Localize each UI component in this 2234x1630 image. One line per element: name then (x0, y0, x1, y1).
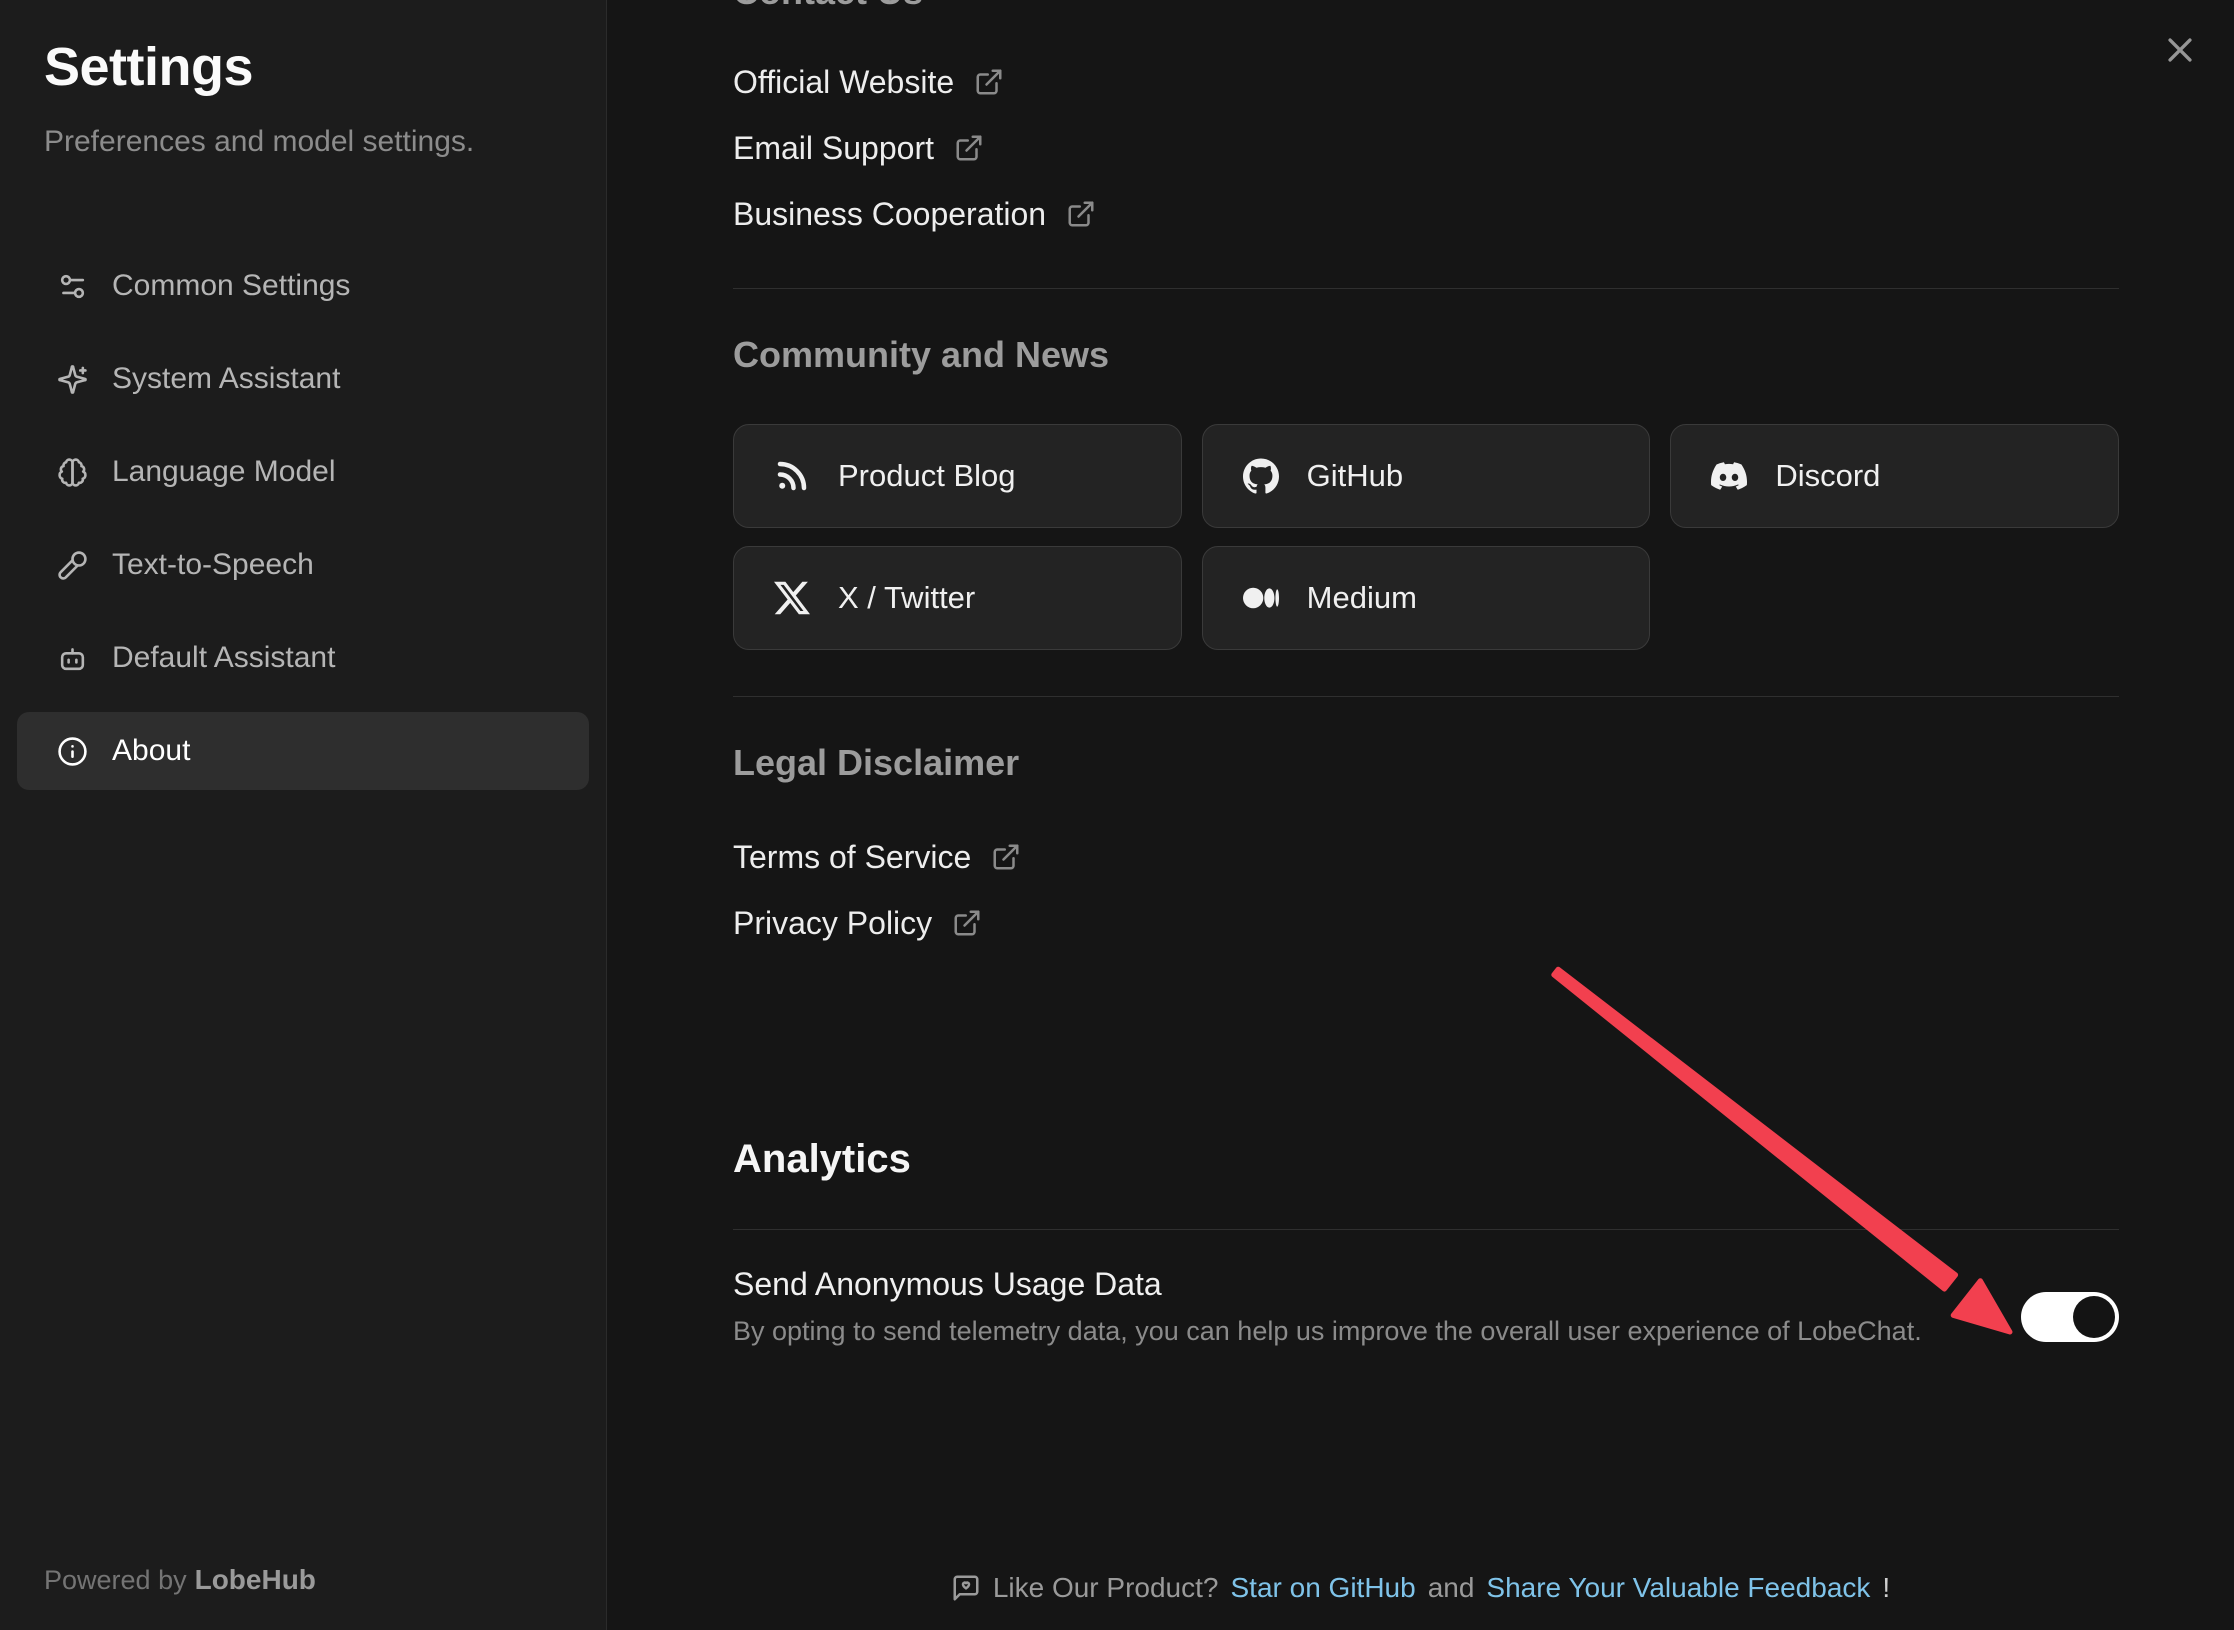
telemetry-setting-label: Send Anonymous Usage Data (733, 1264, 1922, 1304)
link-label: Email Support (733, 130, 934, 167)
sliders-icon (57, 271, 88, 302)
link-label: Official Website (733, 64, 954, 101)
page-subtitle: Preferences and model settings. (44, 124, 562, 160)
github-button[interactable]: GitHub (1202, 424, 1651, 528)
button-label: Discord (1775, 458, 1880, 494)
external-link-icon (1066, 199, 1096, 229)
product-blog-button[interactable]: Product Blog (733, 424, 1182, 528)
sparkles-icon (57, 364, 88, 395)
discord-icon (1711, 458, 1747, 494)
github-icon (1243, 458, 1279, 494)
button-label: GitHub (1307, 458, 1403, 494)
sidebar-item-language-model[interactable]: Language Model (17, 433, 589, 511)
contact-links: Official Website Email Support Business … (733, 58, 2119, 238)
close-button[interactable] (2160, 30, 2200, 70)
sidebar-item-default-assistant[interactable]: Default Assistant (17, 619, 589, 697)
settings-nav: Common Settings System Assistant Languag… (17, 247, 589, 790)
mic-icon (57, 550, 88, 581)
sidebar-item-common-settings[interactable]: Common Settings (17, 247, 589, 325)
toggle-knob (2073, 1296, 2115, 1338)
privacy-policy-link[interactable]: Privacy Policy (733, 899, 982, 947)
sidebar-item-label: Text-to-Speech (112, 548, 314, 582)
button-label: Product Blog (838, 458, 1016, 494)
terms-of-service-link[interactable]: Terms of Service (733, 833, 1021, 881)
discord-button[interactable]: Discord (1670, 424, 2119, 528)
legal-section-title: Legal Disclaimer (733, 743, 2119, 783)
footer-text: and (1428, 1572, 1475, 1604)
sidebar-item-about[interactable]: About (17, 712, 589, 790)
info-icon (57, 736, 88, 767)
powered-by-text: Powered by (44, 1565, 187, 1595)
about-panel: Contact Us Official Website Email Suppor… (607, 0, 2234, 1630)
section-divider (733, 288, 2119, 289)
star-on-github-link[interactable]: Star on GitHub (1230, 1572, 1415, 1604)
x-twitter-button[interactable]: X / Twitter (733, 546, 1182, 650)
bot-icon (57, 643, 88, 674)
external-link-icon (952, 908, 982, 938)
legal-links: Terms of Service Privacy Policy (733, 833, 2119, 947)
link-label: Terms of Service (733, 839, 971, 876)
community-buttons: Product Blog GitHub Discord X / Twitter … (733, 424, 2119, 650)
official-website-link[interactable]: Official Website (733, 58, 1004, 106)
settings-sidebar: Settings Preferences and model settings.… (0, 0, 607, 1630)
x-icon (774, 580, 810, 616)
settings-window: Settings Preferences and model settings.… (0, 0, 2234, 1630)
contact-section-title: Contact Us (733, 0, 2119, 10)
section-divider (733, 696, 2119, 697)
medium-button[interactable]: Medium (1202, 546, 1651, 650)
external-link-icon (954, 133, 984, 163)
sidebar-item-label: Default Assistant (112, 641, 335, 675)
button-label: Medium (1307, 580, 1417, 616)
sidebar-item-label: System Assistant (112, 362, 340, 396)
footer-text: ! (1882, 1572, 1890, 1604)
sidebar-item-label: Common Settings (112, 269, 350, 303)
feedback-footer: Like Our Product? Star on GitHub and Sha… (607, 1572, 2234, 1604)
telemetry-setting-text: Send Anonymous Usage Data By opting to s… (733, 1264, 1922, 1350)
business-cooperation-link[interactable]: Business Cooperation (733, 190, 1096, 238)
telemetry-setting-row: Send Anonymous Usage Data By opting to s… (733, 1264, 2119, 1350)
analytics-section-title: Analytics (733, 1137, 2119, 1181)
rss-icon (774, 458, 810, 494)
brain-icon (57, 457, 88, 488)
section-divider (733, 1229, 2119, 1230)
link-label: Business Cooperation (733, 196, 1046, 233)
external-link-icon (974, 67, 1004, 97)
link-label: Privacy Policy (733, 905, 932, 942)
close-icon (2163, 33, 2197, 67)
powered-by: Powered by LobeHub (44, 1564, 316, 1596)
sidebar-item-system-assistant[interactable]: System Assistant (17, 340, 589, 418)
footer-text: Like Our Product? (993, 1572, 1219, 1604)
telemetry-setting-description: By opting to send telemetry data, you ca… (733, 1312, 1922, 1350)
external-link-icon (991, 842, 1021, 872)
email-support-link[interactable]: Email Support (733, 124, 984, 172)
sidebar-item-text-to-speech[interactable]: Text-to-Speech (17, 526, 589, 604)
sidebar-item-label: Language Model (112, 455, 336, 489)
medium-icon (1243, 580, 1279, 616)
page-title: Settings (44, 36, 562, 98)
community-section-title: Community and News (733, 335, 2119, 375)
message-heart-icon (951, 1573, 981, 1603)
share-feedback-link[interactable]: Share Your Valuable Feedback (1486, 1572, 1870, 1604)
lobehub-brand: LobeHub (195, 1564, 316, 1595)
sidebar-item-label: About (112, 734, 190, 768)
button-label: X / Twitter (838, 580, 975, 616)
telemetry-toggle[interactable] (2021, 1292, 2119, 1342)
